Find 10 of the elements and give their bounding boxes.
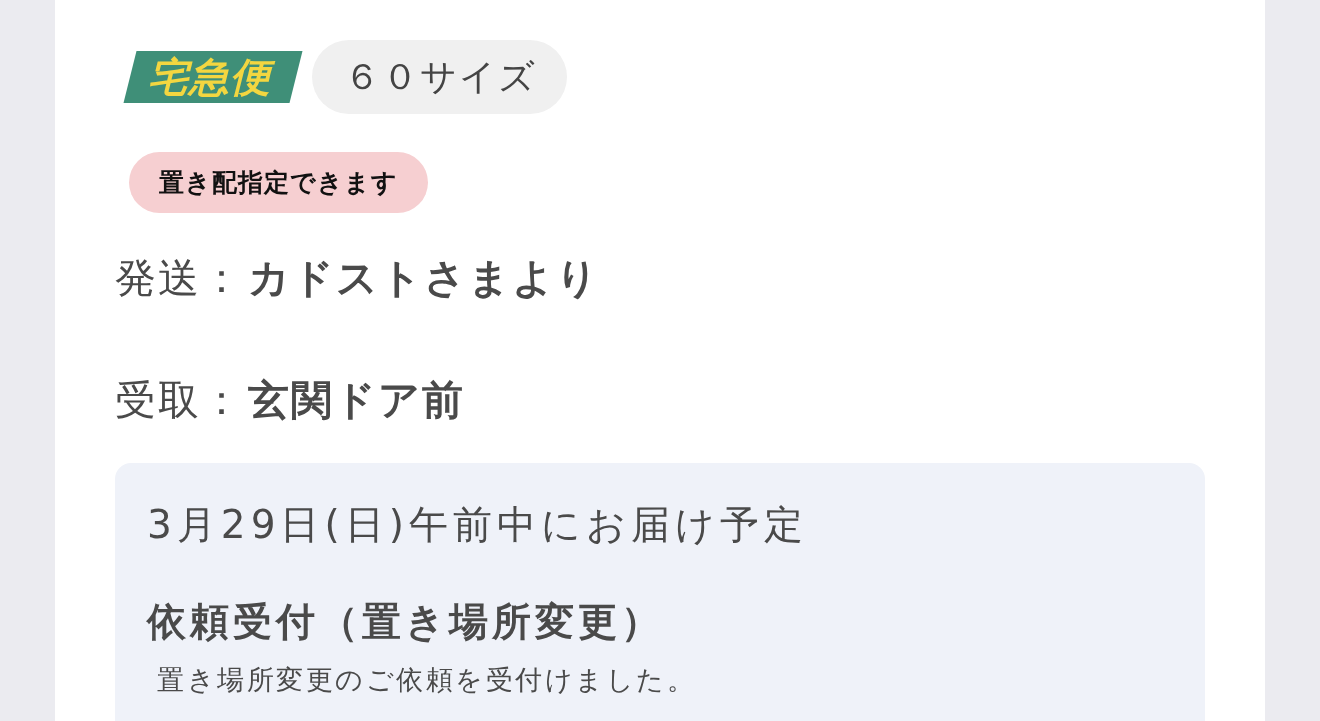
field-value: カドストさまより xyxy=(248,253,600,304)
delivery-date-text: 3月29日(日)午前中にお届け予定 xyxy=(147,501,808,549)
size-tag: ６０サイズ xyxy=(312,40,567,114)
status-title: 依頼受付（置き場所変更） xyxy=(147,598,664,646)
status-message: 置き場所変更のご依頼を受付けました。 xyxy=(157,663,696,697)
field-label: 受取： xyxy=(115,375,244,426)
delivery-option-tag: 置き配指定できます xyxy=(129,152,428,213)
service-logo: 宅急便 xyxy=(123,51,303,103)
field-label: 発送： xyxy=(115,253,244,304)
field-value: 玄関ドア前 xyxy=(248,375,465,426)
